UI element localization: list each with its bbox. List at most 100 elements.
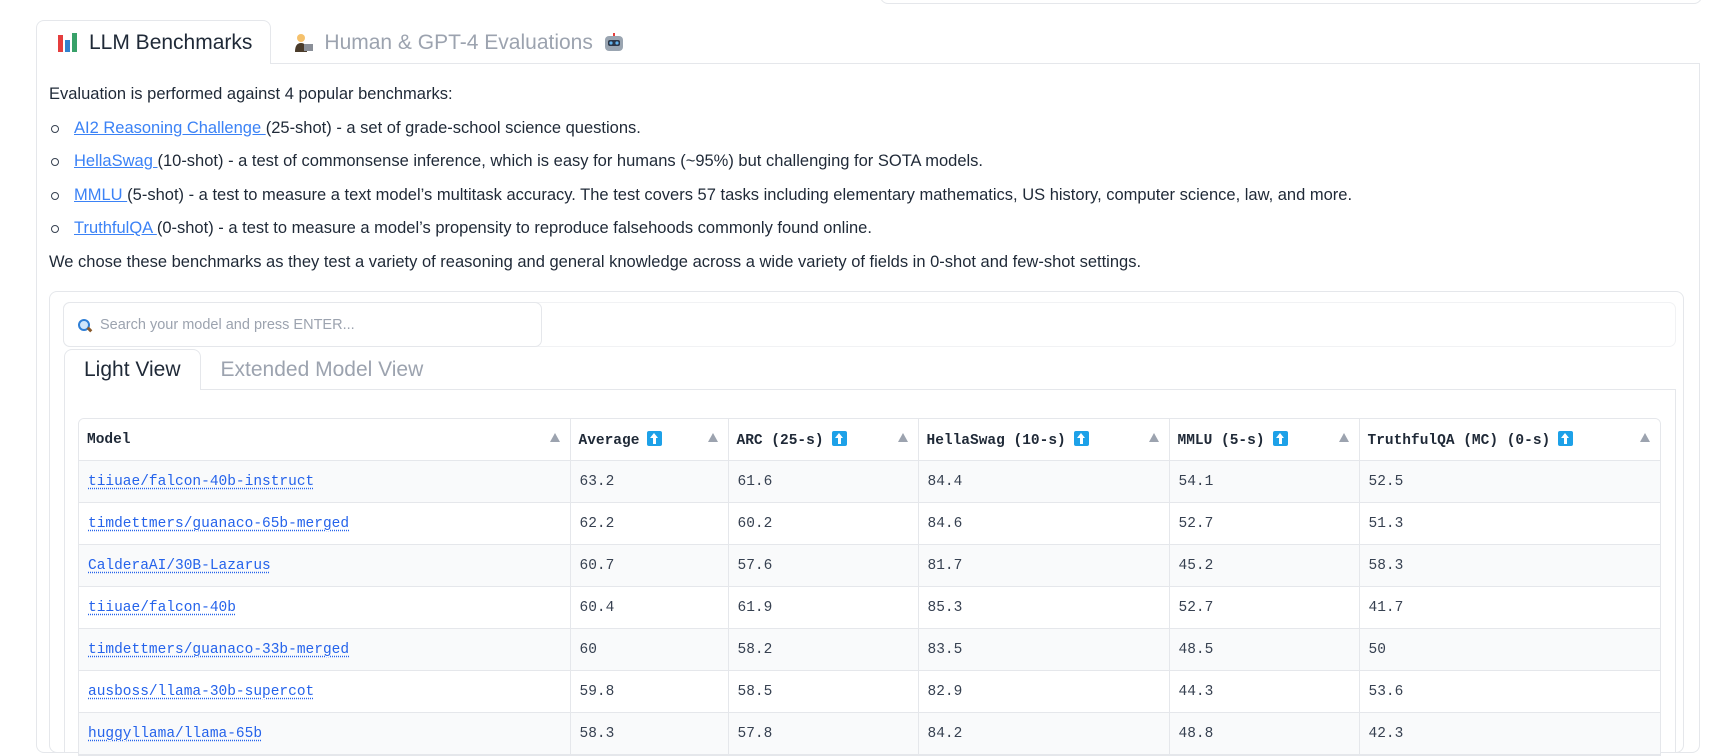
column-header-arc-label: ARC (25-s)	[736, 432, 824, 449]
truthfulqa-cell: 42.3	[1359, 712, 1660, 755]
column-header-model-label: Model	[87, 431, 131, 448]
view-tab-bar: Light View Extended Model View	[64, 349, 443, 390]
hellaswag-description: (10-shot) - a test of commonsense infere…	[157, 152, 984, 170]
truthfulqa-description: (0-shot) - a test to measure a model’s p…	[156, 219, 872, 237]
table-row: ausboss/llama-30b-supercot 59.8 58.5 82.…	[79, 670, 1660, 713]
table-row: tiiuae/falcon-40b 60.4 61.9 85.3 52.7 41…	[79, 586, 1660, 629]
column-header-model[interactable]: Model	[79, 419, 571, 461]
average-cell: 60.7	[570, 544, 729, 587]
intro-lead: Evaluation is performed against 4 popula…	[49, 85, 453, 103]
model-cell: ausboss/llama-30b-supercot	[79, 670, 571, 713]
average-cell: 62.2	[570, 502, 729, 545]
benchmark-list: AI2 Reasoning Challenge (25-shot) - a se…	[49, 112, 1649, 246]
average-cell: 60	[570, 628, 729, 671]
bar-chart-icon	[57, 32, 79, 54]
tab-llm-benchmarks-label: LLM Benchmarks	[89, 30, 253, 54]
model-cell: timdettmers/guanaco-65b-merged	[79, 502, 571, 545]
hellaswag-cell: 84.2	[918, 712, 1170, 755]
average-cell: 60.4	[570, 586, 729, 629]
truthfulqa-cell: 41.7	[1359, 586, 1660, 629]
column-header-hellaswag[interactable]: HellaSwag (10-s)	[918, 419, 1170, 461]
leaderboard-table-wrapper: Model Average ARC (25-s) HellaSwag (10-s…	[78, 418, 1661, 756]
up-arrow-icon	[1073, 430, 1089, 446]
up-arrow-icon	[831, 430, 847, 446]
intro-closing: We chose these benchmarks as they test a…	[49, 252, 1142, 271]
robot-icon	[603, 32, 625, 54]
column-header-average-label: Average	[578, 432, 640, 449]
table-header-row: Model Average ARC (25-s) HellaSwag (10-s…	[79, 419, 1660, 461]
benchmark-item-mmlu: MMLU (5-shot) - a test to measure a text…	[51, 179, 1649, 213]
tab-extended-model-view[interactable]: Extended Model View	[201, 349, 444, 389]
hellaswag-cell: 85.3	[918, 586, 1170, 629]
arc-cell: 61.9	[728, 586, 919, 629]
model-link[interactable]: tiiuae/falcon-40b	[88, 600, 236, 616]
person-at-computer-icon	[292, 32, 314, 54]
benchmark-item-arc: AI2 Reasoning Challenge (25-shot) - a se…	[51, 112, 1649, 146]
hellaswag-cell: 82.9	[918, 670, 1170, 713]
up-arrow-icon	[1558, 430, 1574, 446]
column-header-average[interactable]: Average	[570, 419, 729, 461]
table-row: tiiuae/falcon-40b-instruct 63.2 61.6 84.…	[79, 460, 1660, 503]
benchmark-intro: Evaluation is performed against 4 popula…	[49, 78, 1649, 279]
up-arrow-icon	[647, 430, 663, 446]
column-header-truthfulqa[interactable]: TruthfulQA (MC) (0-s)	[1359, 419, 1660, 461]
model-link[interactable]: huggyllama/llama-65b	[88, 726, 262, 742]
arc-cell: 58.2	[728, 628, 919, 671]
mmlu-cell: 44.3	[1169, 670, 1360, 713]
hellaswag-cell: 84.4	[918, 460, 1170, 503]
truthfulqa-link[interactable]: TruthfulQA	[74, 219, 157, 237]
model-link[interactable]: timdettmers/guanaco-33b-merged	[88, 642, 349, 658]
tab-llm-benchmarks[interactable]: LLM Benchmarks	[36, 20, 272, 64]
mmlu-description: (5-shot) - a test to measure a text mode…	[127, 185, 1353, 204]
mmlu-link[interactable]: MMLU	[74, 186, 127, 204]
arc-link[interactable]: AI2 Reasoning Challenge	[74, 119, 266, 137]
model-cell: tiiuae/falcon-40b-instruct	[79, 460, 571, 503]
column-header-hellaswag-label: HellaSwag (10-s)	[926, 432, 1066, 449]
average-cell: 58.3	[570, 712, 729, 755]
arc-cell: 58.5	[728, 670, 919, 713]
tab-human-gpt4-label: Human & GPT-4 Evaluations	[324, 31, 593, 54]
sort-arrow-icon[interactable]	[549, 433, 560, 442]
hellaswag-cell: 81.7	[918, 544, 1170, 587]
search-icon	[78, 318, 93, 332]
mmlu-cell: 45.2	[1169, 544, 1360, 587]
tab-light-view[interactable]: Light View	[64, 349, 201, 390]
sort-arrow-icon[interactable]	[707, 433, 718, 442]
column-header-mmlu[interactable]: MMLU (5-s)	[1169, 419, 1360, 461]
hellaswag-link[interactable]: HellaSwag	[74, 152, 157, 170]
mmlu-cell: 52.7	[1169, 502, 1360, 545]
model-link[interactable]: ausboss/llama-30b-supercot	[88, 684, 314, 700]
model-link[interactable]: CalderaAI/30B-Lazarus	[88, 558, 271, 574]
sort-arrow-icon[interactable]	[1640, 433, 1650, 442]
mmlu-cell: 48.5	[1169, 628, 1360, 671]
truthfulqa-cell: 51.3	[1359, 502, 1660, 545]
column-header-arc[interactable]: ARC (25-s)	[728, 419, 919, 461]
benchmark-item-hellaswag: HellaSwag (10-shot) - a test of commonse…	[51, 145, 1649, 179]
arc-cell: 57.8	[728, 712, 919, 755]
arc-cell: 61.6	[728, 460, 919, 503]
truthfulqa-cell: 53.6	[1359, 670, 1660, 713]
sort-arrow-icon[interactable]	[1338, 433, 1349, 442]
model-cell: tiiuae/falcon-40b	[79, 586, 571, 629]
search-input[interactable]	[98, 315, 522, 334]
model-link[interactable]: tiiuae/falcon-40b-instruct	[88, 474, 314, 490]
truthfulqa-cell: 50	[1359, 628, 1660, 671]
sort-arrow-icon[interactable]	[1148, 433, 1159, 442]
model-link[interactable]: timdettmers/guanaco-65b-merged	[88, 516, 349, 532]
mmlu-cell: 52.7	[1169, 586, 1360, 629]
mmlu-cell: 54.1	[1169, 460, 1360, 503]
truthfulqa-cell: 52.5	[1359, 460, 1660, 503]
table-row: CalderaAI/30B-Lazarus 60.7 57.6 81.7 45.…	[79, 544, 1660, 587]
mmlu-cell: 48.8	[1169, 712, 1360, 755]
arc-description: (25-shot) - a set of grade-school scienc…	[265, 118, 641, 137]
top-input-edge	[880, 0, 1702, 4]
table-row: huggyllama/llama-65b 58.3 57.8 84.2 48.8…	[79, 712, 1660, 755]
truthfulqa-cell: 58.3	[1359, 544, 1660, 587]
model-cell: huggyllama/llama-65b	[79, 712, 571, 755]
sort-arrow-icon[interactable]	[897, 433, 908, 442]
tab-human-gpt4-evaluations[interactable]: Human & GPT-4 Evaluations	[271, 21, 643, 64]
hellaswag-cell: 84.6	[918, 502, 1170, 545]
table-row: timdettmers/guanaco-33b-merged 60 58.2 8…	[79, 628, 1660, 671]
table-row: timdettmers/guanaco-65b-merged 62.2 60.2…	[79, 502, 1660, 545]
model-cell: timdettmers/guanaco-33b-merged	[79, 628, 571, 671]
